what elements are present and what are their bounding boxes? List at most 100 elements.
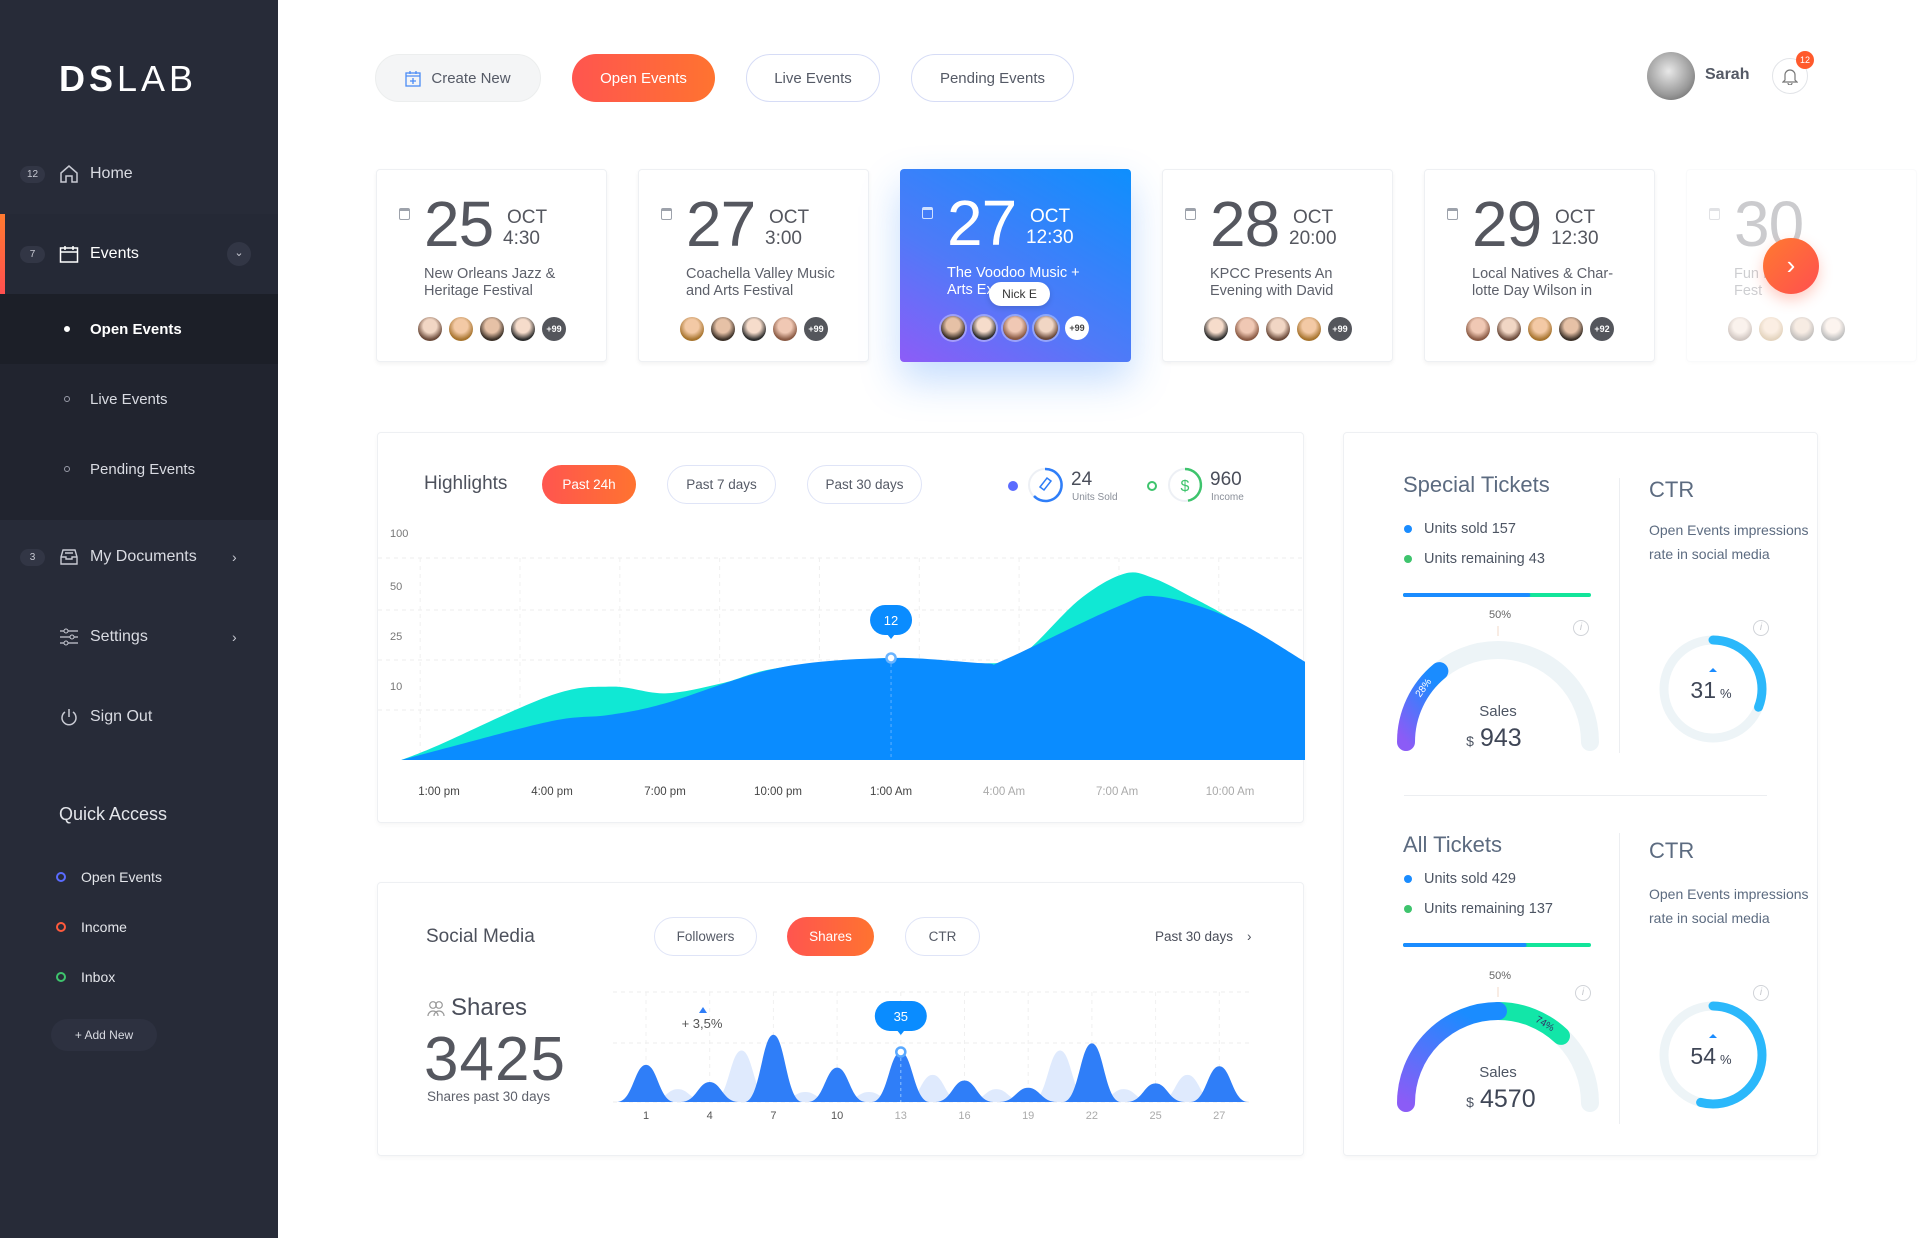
- attendee-avatar[interactable]: [1034, 316, 1058, 340]
- chevron-down-icon[interactable]: ⌄: [227, 242, 251, 266]
- sidebar-item-home[interactable]: 12 Home: [0, 154, 278, 194]
- x-tick-label: 4:00 pm: [531, 786, 573, 798]
- create-new-button[interactable]: Create New: [375, 54, 541, 102]
- events-submenu: Open Events Live Events Pending Events: [0, 294, 278, 520]
- event-title: Local Natives & Char-lotte Day Wilson in: [1472, 266, 1613, 300]
- income-value: 960: [1210, 469, 1242, 490]
- event-day: 27: [686, 188, 756, 260]
- filter-shares[interactable]: Shares: [787, 917, 874, 956]
- event-card[interactable]: 25 OCT 4:30 New Orleans Jazz & Heritage Fest…: [376, 169, 607, 362]
- more-attendees-badge[interactable]: +99: [1328, 317, 1352, 341]
- sidebar-item-settings[interactable]: Settings ›: [0, 617, 278, 657]
- x-tick-label: 10:00 Am: [1206, 786, 1255, 798]
- create-new-label: Create New: [431, 69, 511, 87]
- annotation-point[interactable]: [885, 652, 897, 664]
- event-card[interactable]: 27 OCT 12:30 The Voodoo Music + Arts Ex +99 Ni…: [900, 169, 1131, 362]
- filter-past-30-days[interactable]: Past 30 days: [807, 465, 922, 504]
- more-attendees-badge[interactable]: +99: [542, 317, 566, 341]
- attendee-avatar[interactable]: [742, 317, 766, 341]
- info-icon[interactable]: i: [1573, 620, 1589, 636]
- event-month: OCT: [769, 207, 810, 228]
- units-remaining-text: Units remaining 43: [1424, 551, 1545, 567]
- add-new-button[interactable]: + Add New: [51, 1019, 157, 1051]
- attendee-avatar[interactable]: [1821, 317, 1845, 341]
- chevron-right-icon: ›: [232, 629, 237, 645]
- submenu-open-events[interactable]: Open Events: [0, 294, 278, 364]
- attendee-avatar[interactable]: [1297, 317, 1321, 341]
- attendee-avatar[interactable]: [1528, 317, 1552, 341]
- quick-access-item[interactable]: Open Events: [56, 869, 162, 885]
- attendee-avatar[interactable]: [1497, 317, 1521, 341]
- special-tickets-title: Special Tickets: [1403, 472, 1550, 497]
- attendee-avatar[interactable]: [1728, 317, 1752, 341]
- y-tick-label: 25: [390, 631, 402, 643]
- submenu-live-events[interactable]: Live Events: [0, 364, 278, 434]
- attendee-avatar[interactable]: [941, 316, 965, 340]
- event-card[interactable]: 29 OCT 12:30 Local Natives & Char-lotte Day…: [1424, 169, 1655, 362]
- user-name[interactable]: Sarah: [1705, 66, 1749, 84]
- attendee-avatar[interactable]: [1559, 317, 1583, 341]
- x-tick-label: 27: [1213, 1110, 1225, 1122]
- filter-past-24h[interactable]: Past 24h: [542, 465, 636, 504]
- attendee-avatar[interactable]: [773, 317, 797, 341]
- event-card[interactable]: 28 OCT 20:00 KPCC Presents An Evening with D…: [1162, 169, 1393, 362]
- tab-live-events[interactable]: Live Events: [746, 54, 880, 102]
- next-events-button[interactable]: ›: [1763, 238, 1819, 294]
- submenu-pending-events[interactable]: Pending Events: [0, 434, 278, 504]
- more-attendees-badge[interactable]: +99: [804, 317, 828, 341]
- sidebar-item-events[interactable]: 7 Events ⌄: [0, 214, 278, 294]
- attendee-avatar[interactable]: [1790, 317, 1814, 341]
- info-icon[interactable]: i: [1753, 985, 1769, 1001]
- attendee-avatar[interactable]: [449, 317, 473, 341]
- attendee-avatar[interactable]: [511, 317, 535, 341]
- attendee-avatar[interactable]: [1235, 317, 1259, 341]
- event-month: OCT: [1555, 207, 1596, 228]
- settings-label: Settings: [90, 628, 148, 645]
- ctr-description: Open Events impressions rate in social m…: [1649, 886, 1809, 926]
- event-month: OCT: [1293, 207, 1334, 228]
- quick-access-item[interactable]: Income: [56, 919, 127, 935]
- attendee-avatar[interactable]: [1266, 317, 1290, 341]
- social-media-title: Social Media: [426, 926, 535, 947]
- filter-followers[interactable]: Followers: [654, 917, 757, 956]
- bullet-icon: [64, 466, 70, 472]
- attendee-avatar[interactable]: [1003, 316, 1027, 340]
- notification-badge: 12: [1796, 51, 1814, 69]
- tab-pending-events[interactable]: Pending Events: [911, 54, 1074, 102]
- metric-label: Shares: [451, 994, 528, 1021]
- y-tick-label: 50: [390, 581, 402, 593]
- attendee-avatar[interactable]: [680, 317, 704, 341]
- annotation-pointer: [896, 1029, 905, 1035]
- calendar-plus-icon: [405, 70, 422, 87]
- attendee-avatar[interactable]: [711, 317, 735, 341]
- event-title-line: Heritage Festival: [424, 283, 533, 299]
- tab-open-events[interactable]: Open Events: [572, 54, 715, 102]
- sidebar-item-sign-out[interactable]: Sign Out: [0, 697, 278, 737]
- avatar[interactable]: [1647, 52, 1695, 100]
- attendee-avatar[interactable]: [1759, 317, 1783, 341]
- event-time: 4:30: [503, 228, 540, 249]
- y-tick-label: 10: [390, 681, 402, 693]
- more-attendees-badge[interactable]: +99: [1065, 316, 1089, 340]
- attendee-avatar[interactable]: [1204, 317, 1228, 341]
- attendee-avatar[interactable]: [1466, 317, 1490, 341]
- period-selector[interactable]: Past 30 days ›: [1155, 929, 1252, 944]
- ctr-value: 54: [1690, 1043, 1716, 1069]
- quick-access-item[interactable]: Inbox: [56, 969, 115, 985]
- sidebar-item-my-documents[interactable]: 3 My Documents ›: [0, 537, 278, 577]
- attendee-avatar[interactable]: [418, 317, 442, 341]
- annotation-point[interactable]: [895, 1046, 907, 1058]
- notifications-button[interactable]: 12: [1772, 51, 1814, 94]
- filter-past-7-days[interactable]: Past 7 days: [667, 465, 776, 504]
- info-icon[interactable]: i: [1753, 620, 1769, 636]
- x-tick-label: 7: [770, 1110, 776, 1122]
- blue-dot-icon: [1404, 525, 1412, 533]
- attendee-avatar[interactable]: [972, 316, 996, 340]
- info-icon[interactable]: i: [1575, 985, 1591, 1001]
- filter-ctr[interactable]: CTR: [905, 917, 980, 956]
- event-card[interactable]: 27 OCT 3:00 Coachella Valley Music and Arts …: [638, 169, 869, 362]
- attendee-avatar[interactable]: [480, 317, 504, 341]
- x-tick-label: 7:00 pm: [644, 786, 686, 798]
- more-attendees-badge[interactable]: +92: [1590, 317, 1614, 341]
- logo[interactable]: DSLAB: [59, 58, 197, 100]
